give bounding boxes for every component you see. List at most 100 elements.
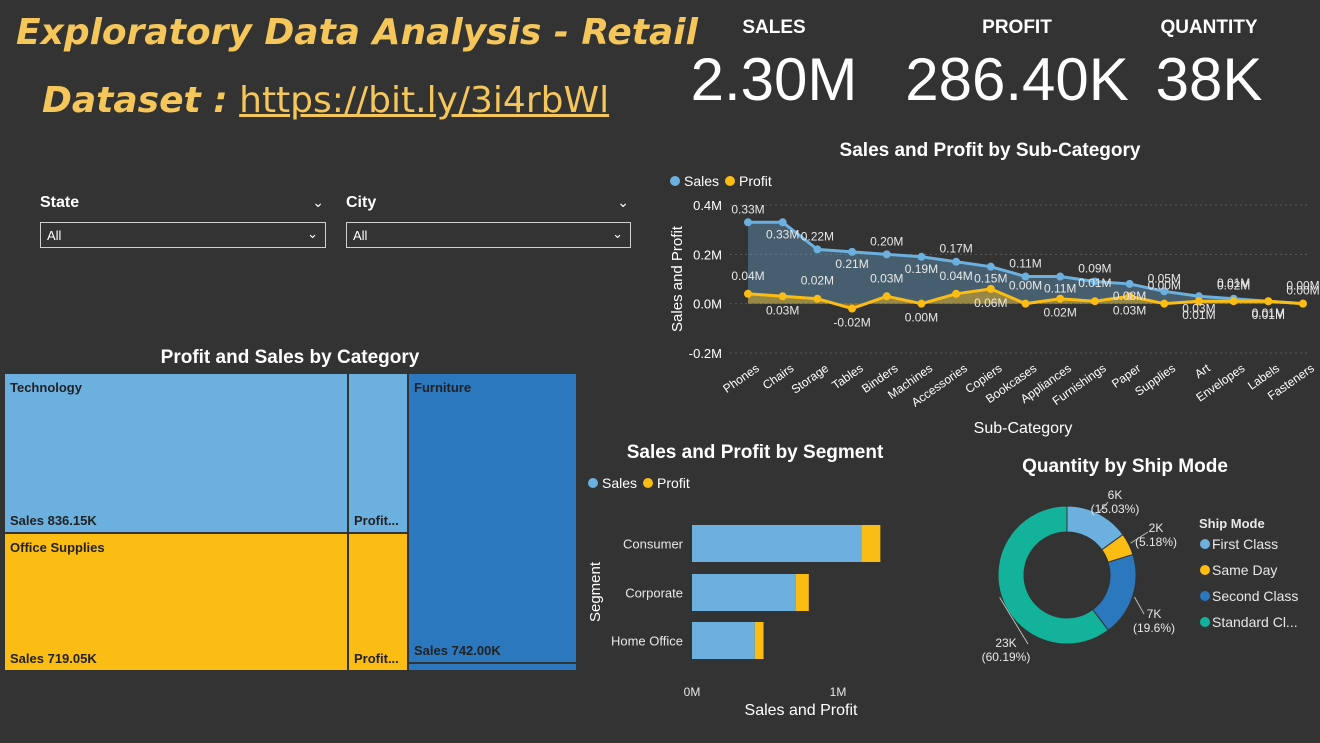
profit-point bbox=[1090, 297, 1099, 306]
treemap-profit-office-supplies: Profit... bbox=[354, 651, 399, 666]
sales-data-label: 0.09M bbox=[1078, 261, 1111, 275]
profit-data-label: 0.01M bbox=[1078, 276, 1111, 290]
profit-point bbox=[1299, 299, 1307, 308]
profit-point bbox=[813, 294, 822, 303]
treemap-cell-office-supplies-profit[interactable]: Profit... bbox=[348, 533, 408, 671]
shipmode-donut-chart[interactable]: 6K(15.03%) 2K(5.18%) 7K(19.6%) 23K(60.19%) S… bbox=[960, 480, 1320, 680]
sales-data-label: 0.33M bbox=[766, 227, 799, 241]
chevron-down-icon: ⌄ bbox=[307, 226, 318, 241]
profit-data-label: 0.04M bbox=[731, 269, 764, 283]
shipmode-chart-title: Quantity by Ship Mode bbox=[1022, 456, 1228, 477]
sales-data-label: 0.15M bbox=[974, 272, 1007, 286]
legend-profit-label: Profit bbox=[657, 475, 690, 491]
sales-point bbox=[1125, 279, 1134, 288]
legend-sales-label: Sales bbox=[602, 475, 638, 491]
dataset-label: Dataset : bbox=[42, 80, 228, 121]
profit-data-label: 0.01M bbox=[1217, 276, 1250, 290]
y-tick-label: 0.2M bbox=[693, 247, 722, 262]
treemap-label-technology: Technology bbox=[10, 380, 82, 395]
sales-point bbox=[882, 250, 891, 259]
y-tick-label: Corporate bbox=[625, 586, 683, 601]
x-tick-label: 0M bbox=[684, 685, 701, 699]
profit-legend-dot bbox=[725, 176, 736, 186]
slice-percent-label: (19.6%) bbox=[1133, 621, 1175, 635]
profit-data-label: 0.03M bbox=[1113, 303, 1146, 317]
profit-bar bbox=[861, 525, 881, 562]
legend-item-sales[interactable]: Sales bbox=[670, 173, 719, 189]
profit-point bbox=[848, 304, 857, 313]
treemap-label-office-supplies: Office Supplies bbox=[10, 540, 105, 555]
city-slicer-title: City bbox=[346, 194, 377, 211]
legend-title: Ship Mode bbox=[1199, 516, 1265, 531]
y-tick-label: 0.4M bbox=[693, 198, 722, 213]
state-dropdown[interactable]: All ⌄ bbox=[40, 222, 326, 248]
kpi-sales-card: SALES 2.30M bbox=[690, 17, 858, 114]
profit-legend-dot bbox=[643, 478, 654, 488]
sales-data-label: 0.19M bbox=[905, 262, 938, 276]
profit-point bbox=[1229, 297, 1238, 306]
dataset-link[interactable]: https://bit.ly/3i4rbWl bbox=[239, 80, 609, 121]
legend-dot bbox=[1200, 539, 1210, 549]
slice-value-label: 6K bbox=[1108, 488, 1123, 502]
profit-point bbox=[917, 299, 926, 308]
legend-item-label: Standard Cl... bbox=[1212, 614, 1298, 630]
treemap-cell-technology-profit[interactable]: Profit... bbox=[348, 373, 408, 533]
profit-point bbox=[952, 289, 961, 298]
legend-item-label: Same Day bbox=[1212, 562, 1277, 578]
profit-data-label: 0.03M bbox=[870, 271, 903, 285]
treemap-label-furniture: Furniture bbox=[414, 380, 472, 395]
legend-dot bbox=[1200, 617, 1210, 627]
sales-point bbox=[813, 245, 822, 254]
profit-point bbox=[744, 289, 752, 298]
subcategory-line-chart[interactable]: 0.4M0.2M0.0M-0.2MSales and Profit0.33M0.… bbox=[660, 190, 1320, 440]
kpi-sales-label: SALES bbox=[742, 17, 806, 38]
treemap-cell-furniture-profit[interactable] bbox=[408, 663, 577, 671]
sales-data-label: 0.22M bbox=[801, 229, 834, 243]
legend-item-profit[interactable]: Profit bbox=[725, 173, 772, 189]
profit-point bbox=[1021, 299, 1030, 308]
treemap-sales-furniture: Sales 742.00K bbox=[414, 643, 501, 658]
sales-data-label: 0.08M bbox=[1113, 289, 1146, 303]
profit-data-label: 0.03M bbox=[766, 303, 799, 317]
sales-legend-dot bbox=[670, 176, 680, 186]
dataset-line: Dataset : https://bit.ly/3i4rbWl bbox=[42, 80, 609, 121]
kpi-quantity-label: QUANTITY bbox=[1160, 17, 1258, 38]
leader-line bbox=[1134, 596, 1145, 615]
chevron-down-icon[interactable]: ⌄ bbox=[617, 194, 629, 211]
city-dropdown-value: All bbox=[353, 228, 368, 243]
legend-dot bbox=[1200, 565, 1210, 575]
slice-value-label: 7K bbox=[1147, 607, 1162, 621]
category-treemap[interactable]: Technology Sales 836.15K Profit... Offic… bbox=[4, 373, 577, 671]
sales-point bbox=[778, 218, 787, 227]
legend-item-profit[interactable]: Profit bbox=[643, 475, 690, 491]
y-axis-title: Segment bbox=[587, 561, 604, 622]
sales-bar bbox=[692, 574, 796, 611]
y-tick-label: Home Office bbox=[611, 634, 683, 649]
profit-bar bbox=[754, 622, 764, 659]
profit-bar bbox=[795, 574, 809, 611]
slice-percent-label: (5.18%) bbox=[1135, 535, 1177, 549]
segment-chart-title: Sales and Profit by Segment bbox=[626, 442, 884, 463]
x-axis-title: Sales and Profit bbox=[745, 702, 859, 719]
kpi-profit-label: PROFIT bbox=[982, 17, 1052, 38]
legend-item-sales[interactable]: Sales bbox=[588, 475, 637, 491]
chevron-down-icon[interactable]: ⌄ bbox=[312, 194, 324, 211]
city-slicer: City ⌄ All ⌄ bbox=[346, 194, 631, 248]
profit-data-label: 0.01M bbox=[1252, 308, 1285, 322]
dashboard-title: Exploratory Data Analysis - Retail bbox=[16, 12, 698, 53]
city-dropdown[interactable]: All ⌄ bbox=[346, 222, 631, 248]
sales-data-label: 0.17M bbox=[939, 242, 972, 256]
x-axis-title: Sub-Category bbox=[974, 420, 1073, 437]
sales-point bbox=[1056, 272, 1065, 281]
sales-data-label: 0.20M bbox=[870, 234, 903, 248]
profit-point bbox=[1056, 294, 1065, 303]
slice-percent-label: (15.03%) bbox=[1091, 502, 1140, 516]
treemap-sales-office-supplies: Sales 719.05K bbox=[10, 651, 97, 666]
segment-bar-chart[interactable]: Consumer Corporate Home Office 0M 1M Sales an… bbox=[580, 500, 900, 725]
sales-data-label: 0.11M bbox=[1044, 282, 1076, 296]
treemap-cell-furniture[interactable]: Furniture Sales 742.00K bbox=[408, 373, 577, 663]
treemap-cell-office-supplies[interactable]: Office Supplies Sales 719.05K bbox=[4, 533, 348, 671]
sales-legend-dot bbox=[588, 478, 598, 488]
profit-data-label: 0.01M bbox=[1182, 308, 1215, 322]
treemap-cell-technology[interactable]: Technology Sales 836.15K bbox=[4, 373, 348, 533]
